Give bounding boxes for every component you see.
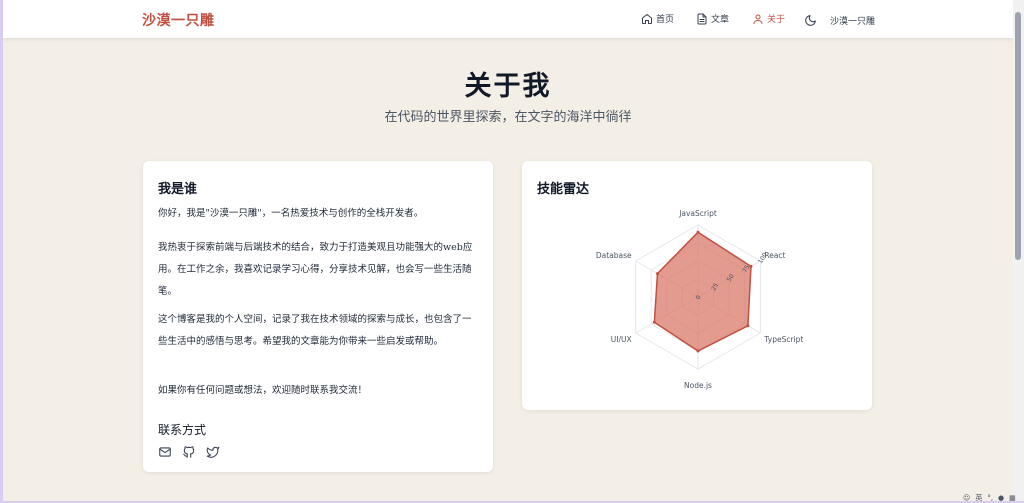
home-icon xyxy=(642,13,652,24)
nav-home-label: 首页 xyxy=(656,15,675,25)
input-method-icon[interactable]: 英 xyxy=(975,493,982,503)
nav-user-name[interactable]: 沙漠一只雕 xyxy=(830,14,875,27)
mail-icon[interactable] xyxy=(158,444,172,458)
contact-title: 联系方式 xyxy=(158,423,207,437)
about-paragraph-2: 我热衷于探索前端与后端技术的结合，致力于打造美观且功能强大的web应用。在工作之… xyxy=(158,242,473,297)
radar-axis-label: Node.js xyxy=(684,381,712,390)
page-subtitle: 在代码的世界里探索，在文字的海洋中徜徉 xyxy=(384,110,632,125)
skills-radar-chart: 0255075100JavaScriptReactTypeScriptNode.… xyxy=(596,209,804,390)
contact-icons xyxy=(158,444,220,458)
browser-viewport: 沙漠一只雕 首页 文章 关于 沙漠一只雕 关于我 在代码的世界里探索，在文字的海… xyxy=(3,0,1013,501)
about-card: 我是谁 你好，我是"沙漠一只雕"，一名热爱技术与创作的全栈开发者。 我热衷于探索… xyxy=(143,161,493,472)
radar-point-node-js[interactable] xyxy=(696,349,700,353)
user-icon xyxy=(753,14,763,24)
radar-point-ui-ux[interactable] xyxy=(652,320,656,324)
radar-point-typescript[interactable] xyxy=(746,324,750,328)
about-paragraph-4: 如果你有任何问题或想法，欢迎随时联系我交流！ xyxy=(158,385,368,396)
theme-toggle-button[interactable] xyxy=(804,12,817,26)
nav-item-home[interactable]: 首页 xyxy=(641,12,674,25)
brand-logo[interactable]: 沙漠一只雕 xyxy=(142,10,215,30)
github-icon[interactable] xyxy=(182,444,196,458)
scrollbar-thumb[interactable] xyxy=(1015,12,1021,260)
nav-item-about[interactable]: 关于 xyxy=(752,12,785,25)
skills-card: 技能雷达 0 25 50 75 100 JavaScript React TypeScript… xyxy=(522,161,872,410)
chat-icon[interactable]: ☺ xyxy=(963,494,970,502)
nav-articles-label: 文章 xyxy=(711,15,730,25)
document-icon xyxy=(697,13,707,24)
radar-axis-label: Database xyxy=(596,251,632,260)
about-paragraph-1: 你好，我是"沙漠一只雕"，一名热爱技术与创作的全栈开发者。 xyxy=(158,208,424,219)
radar-axis-label: JavaScript xyxy=(678,209,717,218)
system-tray: ☺ 英 °, ● ▦ xyxy=(963,492,1016,503)
navbar: 沙漠一只雕 首页 文章 关于 沙漠一只雕 xyxy=(3,0,1013,38)
moon-icon xyxy=(805,15,816,26)
nav-item-articles[interactable]: 文章 xyxy=(696,12,729,25)
about-paragraph-3: 这个博客是我的个人空间，记录了我在技术领域的探索与成长，也包含了一些生活中的感悟… xyxy=(158,314,472,347)
mic-icon[interactable]: ● xyxy=(998,494,1004,502)
page-title: 关于我 xyxy=(464,71,552,102)
radar-point-database[interactable] xyxy=(655,272,659,276)
radar-axis-label: TypeScript xyxy=(763,335,803,344)
settings-icon[interactable]: ▦ xyxy=(1009,494,1016,502)
punctuation-icon[interactable]: °, xyxy=(987,494,993,502)
radar-axis-label: UI/UX xyxy=(611,335,632,344)
radar-axis-label: React xyxy=(764,251,785,260)
nav-about-label: 关于 xyxy=(767,15,786,25)
radar-data-area xyxy=(653,231,752,352)
twitter-icon[interactable] xyxy=(206,444,220,458)
radar-point-javascript[interactable] xyxy=(696,230,700,234)
about-title: 我是谁 xyxy=(158,182,198,197)
